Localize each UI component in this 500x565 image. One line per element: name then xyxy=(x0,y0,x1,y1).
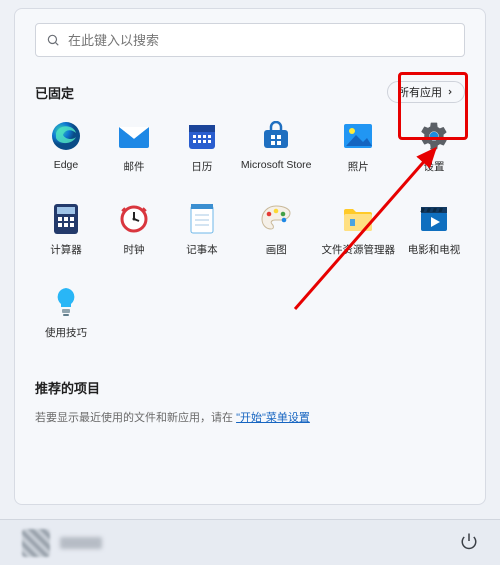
gear-icon xyxy=(417,119,451,153)
mail-icon xyxy=(117,119,151,153)
hint-prefix: 若要显示最近使用的文件和新应用，请在 xyxy=(35,412,233,424)
app-label: 电影和电视 xyxy=(408,242,461,257)
pinned-grid: Edge 邮件 日历 Microsoft Store 照片 xyxy=(35,115,465,344)
tips-icon xyxy=(49,285,83,319)
start-menu-panel: 已固定 所有应用 Edge 邮件 日历 xyxy=(14,8,486,505)
app-photos[interactable]: 照片 xyxy=(320,115,398,178)
photos-icon xyxy=(341,119,375,153)
app-mail[interactable]: 邮件 xyxy=(103,115,165,178)
app-label: Edge xyxy=(54,159,79,171)
app-label: 文件资源管理器 xyxy=(322,242,396,257)
power-icon xyxy=(460,532,478,550)
app-label: 日历 xyxy=(191,159,212,174)
user-avatar[interactable] xyxy=(22,529,50,557)
app-label: 计算器 xyxy=(50,242,82,257)
recommended-title: 推荐的项目 xyxy=(35,378,100,397)
app-label: 设置 xyxy=(424,159,445,174)
clock-icon xyxy=(117,202,151,236)
app-label: 照片 xyxy=(348,159,369,174)
recommended-hint: 若要显示最近使用的文件和新应用，请在 "开始"菜单设置 xyxy=(35,409,465,425)
app-calendar[interactable]: 日历 xyxy=(171,115,233,178)
edge-icon xyxy=(49,119,83,153)
power-button[interactable] xyxy=(460,532,478,553)
app-paint[interactable]: 画图 xyxy=(239,198,314,261)
chevron-right-icon xyxy=(446,88,454,96)
folder-icon xyxy=(341,202,375,236)
search-input[interactable] xyxy=(68,33,454,48)
paint-icon xyxy=(259,202,293,236)
taskbar xyxy=(0,519,500,565)
app-label: 时钟 xyxy=(123,242,144,257)
app-clock[interactable]: 时钟 xyxy=(103,198,165,261)
app-label: 记事本 xyxy=(186,242,218,257)
app-label: 邮件 xyxy=(123,159,144,174)
all-apps-button[interactable]: 所有应用 xyxy=(387,81,465,103)
app-tips[interactable]: 使用技巧 xyxy=(35,281,97,344)
app-label: 使用技巧 xyxy=(45,325,87,340)
start-menu-settings-link[interactable]: "开始"菜单设置 xyxy=(236,412,310,424)
pinned-title: 已固定 xyxy=(35,83,74,102)
app-explorer[interactable]: 文件资源管理器 xyxy=(320,198,398,261)
all-apps-label: 所有应用 xyxy=(398,84,442,100)
store-icon xyxy=(259,119,293,153)
notepad-icon xyxy=(185,202,219,236)
app-notepad[interactable]: 记事本 xyxy=(171,198,233,261)
search-icon xyxy=(46,33,60,47)
app-settings[interactable]: 设置 xyxy=(403,115,465,178)
app-calculator[interactable]: 计算器 xyxy=(35,198,97,261)
search-box[interactable] xyxy=(35,23,465,57)
app-label: 画图 xyxy=(266,242,287,257)
app-movies[interactable]: 电影和电视 xyxy=(403,198,465,261)
calendar-icon xyxy=(185,119,219,153)
app-label: Microsoft Store xyxy=(241,159,312,171)
app-edge[interactable]: Edge xyxy=(35,115,97,178)
calculator-icon xyxy=(49,202,83,236)
movies-icon xyxy=(417,202,451,236)
app-store[interactable]: Microsoft Store xyxy=(239,115,314,178)
user-name-blur xyxy=(60,537,102,549)
